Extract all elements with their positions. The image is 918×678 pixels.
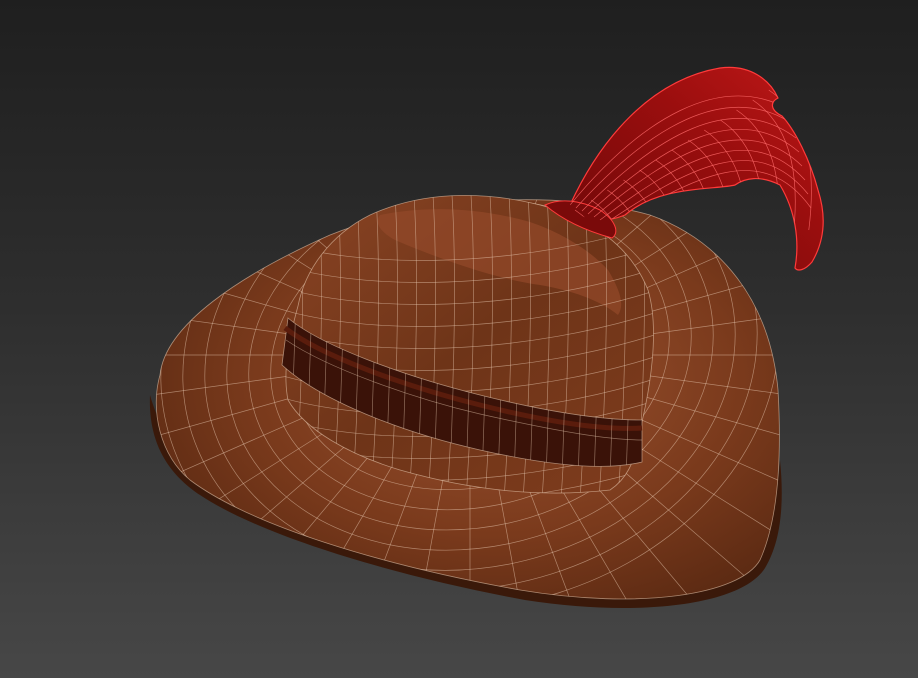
3d-viewport[interactable] [0, 0, 918, 678]
hat-model [149, 66, 824, 609]
